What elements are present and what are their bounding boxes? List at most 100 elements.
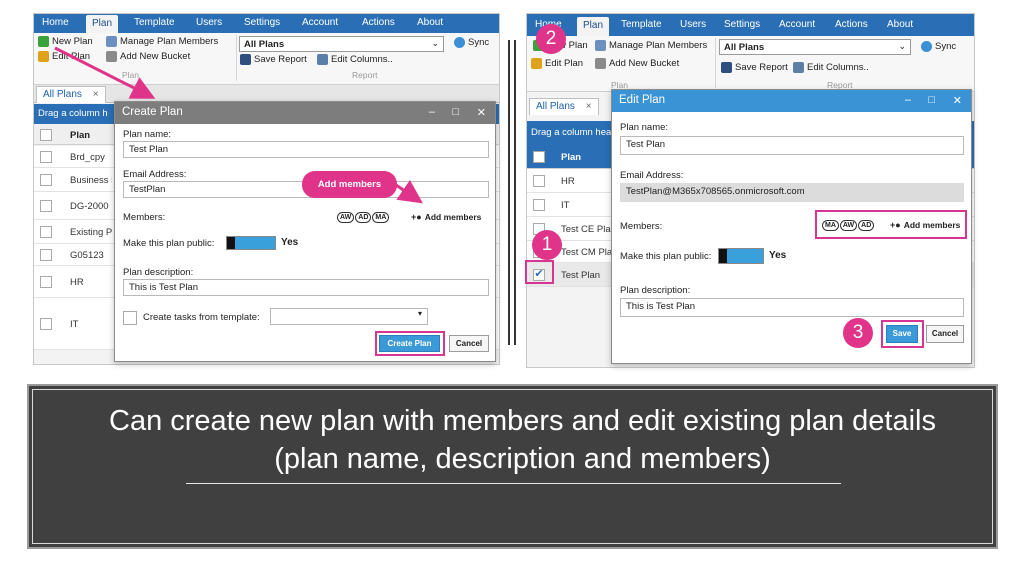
menu-account[interactable]: Account — [779, 19, 815, 30]
menu-actions[interactable]: Actions — [835, 19, 868, 30]
edit-columns-button[interactable]: Edit Columns.. — [793, 62, 869, 73]
description-label: Plan description: — [123, 267, 194, 278]
plan-name-cell: G05123 — [70, 250, 104, 261]
step-1-badge: 1 — [532, 230, 562, 260]
menu-plan[interactable]: Plan — [577, 17, 610, 36]
sync-button[interactable]: Sync — [454, 37, 489, 48]
menu-template[interactable]: Template — [134, 17, 175, 28]
right-menubar: Home Plan Template Users Settings Accoun… — [527, 14, 974, 36]
columns-icon — [793, 62, 804, 73]
avatar[interactable]: AD — [355, 212, 372, 223]
plan-name-cell: Test CM Plan — [561, 247, 611, 258]
members-icon — [106, 36, 117, 47]
members-icon — [595, 40, 606, 51]
menu-template[interactable]: Template — [621, 19, 662, 30]
save-report-button[interactable]: Save Report — [721, 62, 788, 73]
caption-underline — [186, 483, 841, 484]
members-label: Members: — [123, 212, 166, 223]
tab-all-plans[interactable]: All Plans × — [529, 98, 599, 115]
row-checkbox[interactable] — [40, 200, 52, 212]
create-plan-dialog: Create Plan – □ ✕ Plan name: Test Plan E… — [114, 101, 496, 362]
caption-line-1: Can create new plan with members and edi… — [109, 405, 936, 437]
edit-plan-button[interactable]: Edit Plan — [531, 58, 583, 69]
menu-about[interactable]: About — [417, 17, 443, 28]
edit-plan-button[interactable]: Edit Plan — [38, 51, 90, 62]
tab-all-plans[interactable]: All Plans × — [36, 86, 106, 103]
edit-columns-label: Edit Columns.. — [807, 62, 869, 73]
manage-members-button[interactable]: Manage Plan Members — [595, 40, 707, 51]
caption-text: Can create new plan with members and edi… — [69, 402, 976, 478]
row-checkbox[interactable] — [40, 174, 52, 186]
description-input[interactable]: This is Test Plan — [620, 298, 964, 317]
column-plan-header[interactable]: Plan — [561, 152, 581, 163]
menu-about[interactable]: About — [887, 19, 913, 30]
plan-name-cell: Existing Pl — [70, 227, 112, 238]
menu-settings[interactable]: Settings — [724, 19, 760, 30]
plan-name-label: Plan name: — [123, 129, 172, 140]
caption-panel: Can create new plan with members and edi… — [27, 384, 998, 549]
menu-actions[interactable]: Actions — [362, 17, 395, 28]
separator-bar — [514, 40, 516, 345]
menu-users[interactable]: Users — [196, 17, 222, 28]
select-all-checkbox[interactable] — [40, 129, 52, 141]
description-input[interactable]: This is Test Plan — [123, 279, 489, 296]
add-bucket-button[interactable]: Add New Bucket — [106, 51, 190, 62]
public-label: Make this plan public: — [620, 251, 712, 262]
caption-line-2: (plan name, description and members) — [274, 443, 771, 475]
add-bucket-label: Add New Bucket — [609, 58, 680, 69]
avatar[interactable]: MA — [372, 212, 390, 223]
cancel-button[interactable]: Cancel — [449, 335, 489, 352]
row-checkbox[interactable] — [40, 249, 52, 261]
plans-dropdown[interactable]: All Plans ⌄ — [239, 36, 444, 52]
sync-icon — [921, 41, 932, 52]
close-icon[interactable]: ✕ — [953, 94, 962, 107]
row-checkbox[interactable] — [40, 276, 52, 288]
description-label: Plan description: — [620, 285, 691, 296]
row-checkbox[interactable] — [40, 226, 52, 238]
sync-label: Sync — [468, 37, 490, 48]
select-all-checkbox[interactable] — [533, 151, 545, 163]
public-toggle[interactable] — [718, 248, 764, 264]
edit-columns-label: Edit Columns.. — [331, 54, 393, 65]
menu-account[interactable]: Account — [302, 17, 338, 28]
edit-plan-titlebar: Edit Plan – □ ✕ — [612, 90, 971, 112]
add-members-button[interactable]: +● Add members — [411, 212, 481, 222]
save-icon — [240, 54, 251, 65]
avatar[interactable]: AW — [337, 212, 355, 223]
maximize-icon[interactable]: □ — [452, 106, 459, 118]
minimize-icon[interactable]: – — [429, 106, 435, 118]
edit-columns-button[interactable]: Edit Columns.. — [317, 54, 393, 65]
close-icon[interactable]: × — [93, 89, 99, 100]
cancel-button[interactable]: Cancel — [926, 325, 964, 343]
minimize-icon[interactable]: – — [905, 94, 911, 106]
row-checkbox[interactable] — [40, 318, 52, 330]
row-checkbox[interactable] — [533, 199, 545, 211]
plan-name-input[interactable]: Test Plan — [620, 136, 964, 155]
email-input: TestPlan@M365x708565.onmicrosoft.com — [620, 183, 964, 202]
close-icon[interactable]: ✕ — [477, 106, 486, 119]
plans-dropdown[interactable]: All Plans ⌄ — [719, 39, 911, 55]
close-icon[interactable]: × — [586, 101, 592, 112]
column-plan-header[interactable]: Plan — [70, 130, 90, 141]
template-select[interactable]: ▾ — [270, 308, 428, 325]
menu-users[interactable]: Users — [680, 19, 706, 30]
menu-settings[interactable]: Settings — [244, 17, 280, 28]
template-checkbox[interactable] — [123, 311, 137, 325]
menu-home[interactable]: Home — [42, 17, 69, 28]
ribbon-separator — [236, 35, 237, 81]
menu-plan[interactable]: Plan — [86, 15, 119, 33]
add-bucket-button[interactable]: Add New Bucket — [595, 58, 679, 69]
public-toggle[interactable] — [226, 236, 276, 250]
manage-members-button[interactable]: Manage Plan Members — [106, 36, 218, 47]
plan-name-cell: HR — [561, 176, 575, 187]
dialog-title: Create Plan — [122, 106, 183, 118]
edit-icon — [531, 58, 542, 69]
row-checkbox[interactable] — [533, 175, 545, 187]
plan-name-input[interactable]: Test Plan — [123, 141, 489, 158]
save-report-button[interactable]: Save Report — [240, 54, 307, 65]
sync-button[interactable]: Sync — [921, 41, 956, 52]
columns-icon — [317, 54, 328, 65]
new-plan-button[interactable]: New Plan — [38, 36, 93, 47]
maximize-icon[interactable]: □ — [928, 94, 935, 106]
row-checkbox[interactable] — [40, 151, 52, 163]
